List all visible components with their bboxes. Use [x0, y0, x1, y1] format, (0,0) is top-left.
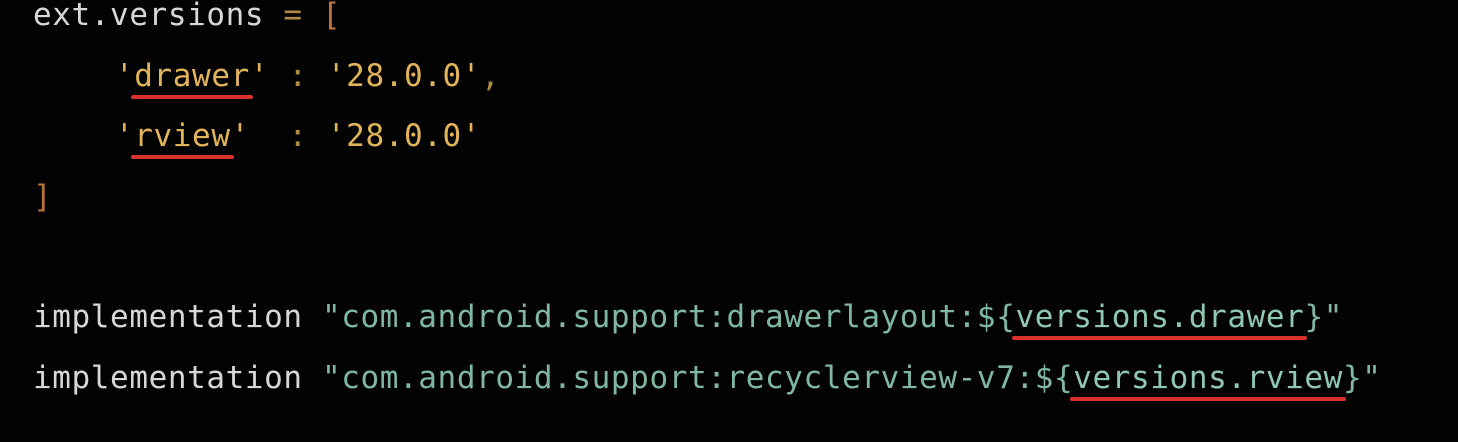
- rview-key-underline: [131, 155, 234, 159]
- close-bracket: ]: [33, 179, 53, 215]
- rview-key-quote-open: ': [115, 118, 135, 154]
- drawer-key-text: drawer: [134, 58, 250, 94]
- code-line-implementation-drawerlayout: implementation "com.android.support:draw…: [33, 297, 1343, 340]
- drawerlayout-string-end: }": [1304, 299, 1343, 335]
- versions-drawer-underline: [1012, 336, 1308, 340]
- drawer-key-quote-close: ': [249, 58, 270, 94]
- rview-key-text: rview: [134, 118, 231, 154]
- code-line-drawer: 'drawer ' : '28.0.0',: [115, 56, 501, 99]
- rview-colon: :: [249, 118, 327, 154]
- ext-versions-identifier: ext.versions: [33, 0, 265, 33]
- rview-key: rview: [131, 116, 234, 159]
- code-line-close-bracket: ]: [33, 177, 52, 217]
- rview-version-value: '28.0.0': [326, 118, 482, 154]
- drawer-version-value: '28.0.0': [326, 58, 482, 94]
- implementation-keyword: implementation: [33, 360, 303, 396]
- drawer-key: drawer: [131, 56, 253, 99]
- open-bracket: [: [321, 0, 342, 33]
- rview-key-quote-close: ': [230, 118, 250, 154]
- code-snippet: ext.versions = [ 'drawer ' : '28.0.0', 'r…: [0, 0, 1458, 442]
- recyclerview-string-end: }": [1342, 360, 1382, 396]
- drawer-key-quote-open: ': [115, 58, 135, 94]
- versions-drawer-text: versions.drawer: [1015, 299, 1305, 335]
- versions-rview-text: versions.rview: [1073, 360, 1343, 396]
- drawer-comma: ,: [481, 58, 501, 94]
- drawer-key-underline: [131, 95, 253, 99]
- assignment-operator: =: [264, 0, 322, 33]
- versions-rview-underline: [1070, 397, 1346, 401]
- code-line-rview: 'rview ' : '28.0.0': [115, 116, 482, 159]
- implementation-keyword: implementation: [33, 299, 303, 335]
- versions-drawer-reference: versions.drawer: [1012, 297, 1308, 340]
- code-line-implementation-recyclerview: implementation "com.android.support:recy…: [33, 358, 1382, 401]
- code-line-ext-versions: ext.versions = [: [33, 0, 341, 35]
- drawerlayout-dependency-string: "com.android.support:drawerlayout:${: [321, 299, 1016, 335]
- drawer-colon: :: [269, 58, 327, 94]
- recyclerview-dependency-string: "com.android.support:recyclerview-v7:${: [321, 360, 1074, 396]
- versions-rview-reference: versions.rview: [1070, 358, 1346, 401]
